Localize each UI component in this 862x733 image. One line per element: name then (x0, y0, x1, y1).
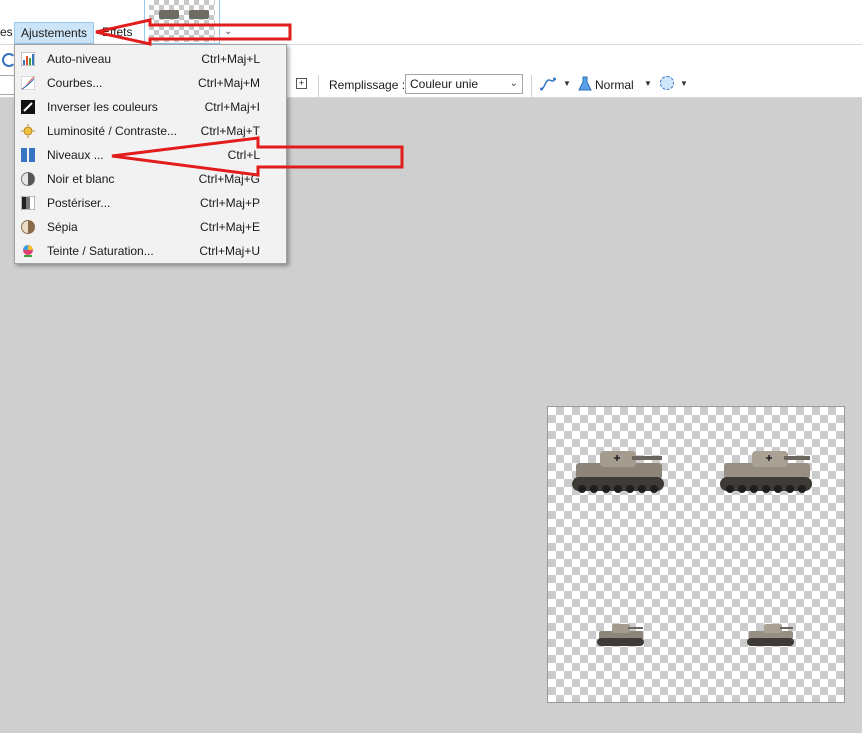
menu-item-shortcut: Ctrl+Maj+L (201, 52, 260, 66)
chevron-down-icon: ⌄ (509, 78, 518, 89)
menu-item-shortcut: Ctrl+Maj+P (199, 196, 260, 210)
menu-item-adjustments[interactable]: Ajustements (14, 22, 95, 44)
menu-item-label: Inverser les couleurs (47, 100, 158, 114)
image-tab-thumbnail[interactable] (144, 0, 220, 44)
menu-item-shortcut: Ctrl+Maj+U (199, 244, 260, 258)
brightness-contrast-icon (21, 124, 35, 138)
blend-mode-value[interactable]: Normal (595, 78, 634, 92)
menu-item-shortcut: Ctrl+L (227, 148, 260, 162)
menu-item-levels[interactable]: Niveaux ... Ctrl+L (15, 143, 286, 167)
tank-sprite-large (720, 451, 812, 493)
tank-sprite-small (597, 624, 644, 646)
thumbnail-tank-icon (159, 10, 179, 19)
menu-item-invert-colors[interactable]: Inverser les couleurs Ctrl+Maj+I (15, 95, 286, 119)
menu-item-posterize[interactable]: Postériser... Ctrl+Maj+P (15, 191, 286, 215)
toolbar-separator (531, 75, 532, 97)
curves-icon (21, 76, 35, 90)
image-canvas[interactable] (547, 406, 845, 703)
chevron-down-icon[interactable]: ⌄ (224, 26, 232, 37)
menu-item-brightness-contrast[interactable]: Luminosité / Contraste... Ctrl+Maj+T (15, 119, 286, 143)
fill-mode-select[interactable]: Couleur unie ⌄ (405, 74, 523, 94)
menu-item-shortcut: Ctrl+Maj+T (200, 124, 260, 138)
menu-item-label: Sépia (47, 220, 78, 234)
menu-item-shortcut: Ctrl+Maj+G (198, 172, 260, 186)
tank-sprite-small (747, 624, 794, 646)
thumbnail-preview (149, 0, 215, 42)
menu-item-label: Niveaux ... (47, 148, 104, 162)
thumbnail-tank-icon (189, 10, 209, 19)
menu-item-shortcut: Ctrl+Maj+E (199, 220, 260, 234)
tool-dropdown[interactable] (0, 75, 15, 95)
menu-item-label: Luminosité / Contraste... (47, 124, 178, 138)
menu-item-label: Postériser... (47, 196, 111, 210)
menu-item-label: Auto-niveau (47, 52, 112, 66)
posterize-icon (21, 196, 35, 210)
menu-item-label: Courbes... (47, 76, 103, 90)
menu-item-label: Noir et blanc (47, 172, 115, 186)
caret-down-icon[interactable]: ▼ (563, 79, 571, 88)
menu-item-black-white[interactable]: Noir et blanc Ctrl+Maj+G (15, 167, 286, 191)
caret-down-icon[interactable]: ▼ (680, 79, 688, 88)
toolbar-separator (318, 75, 319, 97)
menu-item-shortcut: Ctrl+Maj+I (204, 100, 260, 114)
menu-item-auto-level[interactable]: Auto-niveau Ctrl+Maj+L (15, 47, 286, 71)
expand-plus-icon[interactable]: + (296, 78, 307, 89)
menu-item-sepia[interactable]: Sépia Ctrl+Maj+E (15, 215, 286, 239)
tank-sprite-large (572, 451, 664, 493)
fill-mode-value: Couleur unie (410, 77, 479, 91)
invert-colors-icon (21, 100, 35, 114)
menu-item-label: Teinte / Saturation... (47, 244, 154, 258)
auto-level-icon (21, 52, 35, 66)
menu-bar: es Ajustements Effets ⌄ (0, 0, 862, 45)
hue-saturation-icon (23, 245, 33, 257)
antialiasing-icon[interactable] (540, 77, 556, 91)
fill-label: Remplissage : (329, 78, 406, 92)
adjustments-menu: Auto-niveau Ctrl+Maj+L Courbes... Ctrl+M… (14, 44, 287, 264)
menu-item-shortcut: Ctrl+Maj+M (197, 76, 260, 90)
menu-item-effects[interactable]: Effets (96, 22, 138, 42)
levels-icon (21, 148, 35, 162)
caret-down-icon[interactable]: ▼ (644, 79, 652, 88)
sepia-icon (21, 220, 35, 234)
flask-icon[interactable] (578, 76, 592, 92)
menu-item-hue-saturation[interactable]: Teinte / Saturation... Ctrl+Maj+U (15, 239, 286, 263)
menu-item-curves[interactable]: Courbes... Ctrl+Maj+M (15, 71, 286, 95)
black-white-icon (21, 172, 35, 186)
selection-mode-icon[interactable] (660, 76, 674, 90)
